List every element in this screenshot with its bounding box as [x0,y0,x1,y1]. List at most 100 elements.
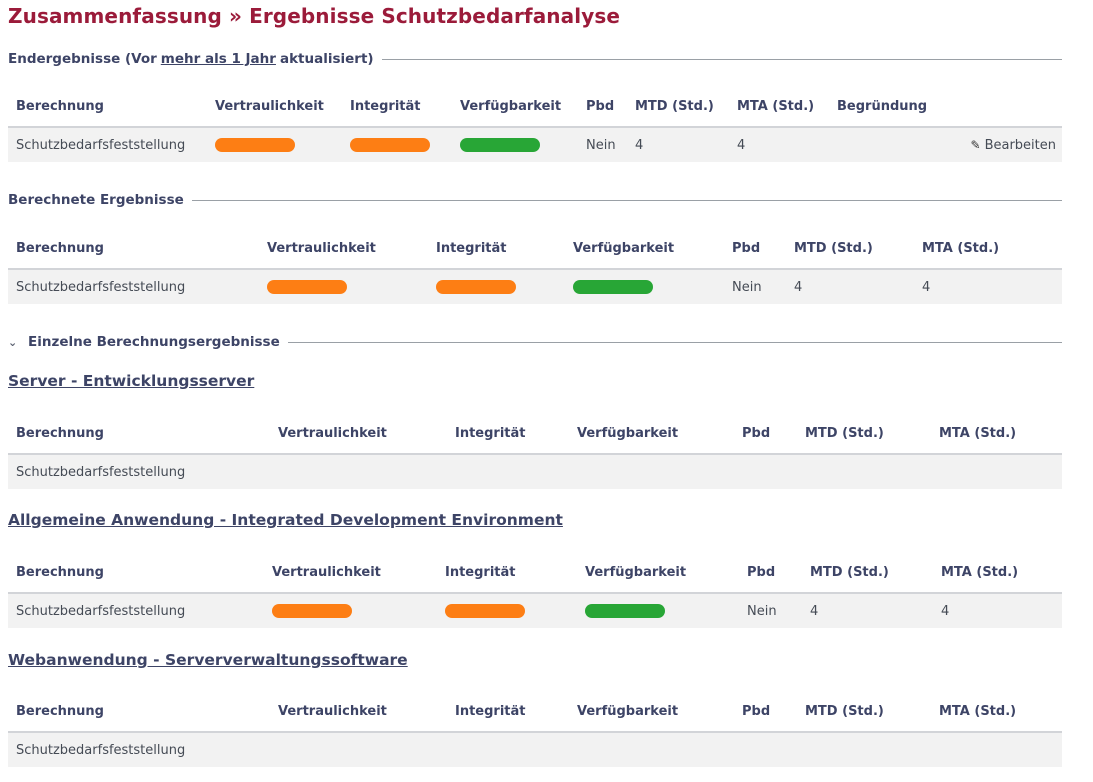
edit-label: Bearbeiten [984,137,1056,153]
section-calculated-results: Berechnete Ergebnisse [8,192,1062,208]
table-row: Schutzbedarfsfeststellung Nein 4 4 [8,593,1062,628]
end-results-suffix: aktualisiert) [279,51,374,67]
col-vertraulichkeit: Vertraulichkeit [264,552,437,594]
cell-pbd: Nein [739,593,802,628]
section-single-results[interactable]: ⌄ Einzelne Berechnungsergebnisse [8,334,1062,350]
table-header-row: Berechnung Vertraulichkeit Integrität Ve… [8,413,1062,455]
col-pbd: Pbd [578,86,627,128]
pencil-icon: ✎ [970,137,981,152]
col-mta: MTA (Std.) [914,228,1062,270]
cell-vertraulichkeit [259,269,428,304]
cell-verfuegbarkeit [565,269,724,304]
col-integritaet: Integrität [437,552,577,594]
last-updated-link[interactable]: mehr als 1 Jahr [161,51,276,67]
cell-integritaet [428,269,565,304]
level-bar-vertraulichkeit [272,604,352,618]
object-link-ide[interactable]: Allgemeine Anwendung - Integrated Develo… [8,511,563,529]
col-vertraulichkeit: Vertraulichkeit [259,228,428,270]
cell-mtd: 4 [786,269,914,304]
single-results-table: Berechnung Vertraulichkeit Integrität Ve… [8,691,1062,767]
col-pbd: Pbd [734,691,797,733]
cell-mta [931,732,1062,767]
col-mta: MTA (Std.) [729,86,829,128]
col-pbd: Pbd [734,413,797,455]
col-verfuegbarkeit: Verfügbarkeit [569,413,734,455]
col-begruendung: Begründung [829,86,1062,128]
col-integritaet: Integrität [447,691,569,733]
cell-mta: 4 [914,269,1062,304]
cell-berechnung: Schutzbedarfsfeststellung [8,732,270,767]
col-pbd: Pbd [739,552,802,594]
col-berechnung: Berechnung [8,86,207,128]
cell-pbd: Nein [578,127,627,162]
col-mta: MTA (Std.) [933,552,1062,594]
col-pbd: Pbd [724,228,786,270]
cell-vertraulichkeit [270,454,447,489]
col-verfuegbarkeit: Verfügbarkeit [577,552,739,594]
level-bar-verfuegbarkeit [573,280,653,294]
single-results-table: Berechnung Vertraulichkeit Integrität Ve… [8,413,1062,489]
table-header-row: Berechnung Vertraulichkeit Integrität Ve… [8,228,1062,270]
col-mtd: MTD (Std.) [786,228,914,270]
col-vertraulichkeit: Vertraulichkeit [270,691,447,733]
end-results-prefix: Endergebnisse (Vor [8,51,157,67]
chevron-down-icon[interactable]: ⌄ [8,336,20,349]
col-verfuegbarkeit: Verfügbarkeit [452,86,578,128]
cell-pbd [734,732,797,767]
cell-verfuegbarkeit [577,593,739,628]
level-bar-verfuegbarkeit [585,604,665,618]
col-mta: MTA (Std.) [931,691,1062,733]
cell-mta: 4 [729,127,829,162]
col-vertraulichkeit: Vertraulichkeit [207,86,342,128]
level-bar-integritaet [436,280,516,294]
cell-integritaet [437,593,577,628]
col-mtd: MTD (Std.) [797,413,931,455]
single-results-table: Berechnung Vertraulichkeit Integrität Ve… [8,552,1062,628]
table-header-row: Berechnung Vertraulichkeit Integrität Ve… [8,552,1062,594]
calculated-results-heading: Berechnete Ergebnisse [8,192,184,208]
cell-berechnung: Schutzbedarfsfeststellung [8,593,264,628]
divider [287,341,1062,343]
cell-berechnung: Schutzbedarfsfeststellung [8,454,270,489]
cell-berechnung: Schutzbedarfsfeststellung [8,269,259,304]
col-vertraulichkeit: Vertraulichkeit [270,413,447,455]
cell-vertraulichkeit [270,732,447,767]
single-results-heading: Einzelne Berechnungsergebnisse [28,334,280,350]
level-bar-vertraulichkeit [267,280,347,294]
col-verfuegbarkeit: Verfügbarkeit [569,691,734,733]
level-bar-vertraulichkeit [215,138,295,152]
cell-integritaet [447,732,569,767]
divider [191,199,1062,201]
object-link-server[interactable]: Server - Entwicklungsserver [8,372,254,390]
col-integritaet: Integrität [447,413,569,455]
cell-verfuegbarkeit [569,454,734,489]
cell-berechnung: Schutzbedarfsfeststellung [8,127,207,162]
table-header-row: Berechnung Vertraulichkeit Integrität Ve… [8,691,1062,733]
cell-mta: 4 [933,593,1062,628]
calculated-results-table: Berechnung Vertraulichkeit Integrität Ve… [8,228,1062,304]
col-berechnung: Berechnung [8,413,270,455]
section-end-results: Endergebnisse (Vor mehr als 1 Jahr aktua… [8,51,1062,67]
cell-mtd [797,454,931,489]
col-mta: MTA (Std.) [931,413,1062,455]
table-row: Schutzbedarfsfeststellung [8,454,1062,489]
cell-mtd [797,732,931,767]
cell-mta [931,454,1062,489]
col-integritaet: Integrität [428,228,565,270]
col-berechnung: Berechnung [8,691,270,733]
edit-button[interactable]: ✎ Bearbeiten [829,127,1062,162]
table-row: Schutzbedarfsfeststellung Nein 4 4 [8,269,1062,304]
cell-verfuegbarkeit [452,127,578,162]
cell-pbd [734,454,797,489]
page-title: Zusammenfassung » Ergebnisse Schutzbedar… [8,4,621,28]
col-integritaet: Integrität [342,86,452,128]
table-row: Schutzbedarfsfeststellung Nein 4 4 ✎ Bear… [8,127,1062,162]
level-bar-verfuegbarkeit [460,138,540,152]
level-bar-integritaet [445,604,525,618]
cell-vertraulichkeit [207,127,342,162]
object-link-webapp[interactable]: Webanwendung - Serververwaltungssoftware [8,651,408,669]
cell-vertraulichkeit [264,593,437,628]
cell-mtd: 4 [627,127,729,162]
col-mtd: MTD (Std.) [802,552,933,594]
table-header-row: Berechnung Vertraulichkeit Integrität Ve… [8,86,1062,128]
